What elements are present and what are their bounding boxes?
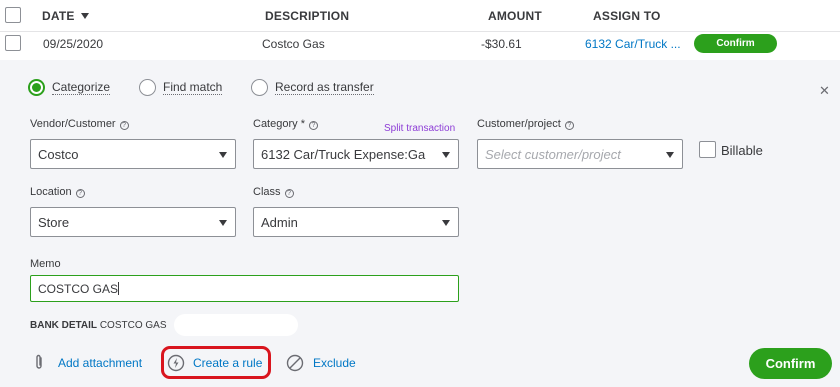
caret-down-icon [442,220,450,226]
category-field-label: Category *? [253,118,318,130]
class-label-text: Class [253,186,281,198]
memo-field-label: Memo [30,258,61,270]
close-icon[interactable]: ✕ [819,83,830,99]
help-icon[interactable]: ? [284,189,294,198]
find-match-label[interactable]: Find match [163,80,223,95]
exclude-link[interactable]: Exclude [313,356,356,370]
category-label-text: Category * [253,118,305,130]
split-transaction-link[interactable]: Split transaction [384,123,455,134]
row-confirm-button[interactable]: Confirm [694,34,777,53]
help-icon[interactable]: ? [75,189,85,198]
categorize-radio[interactable] [28,79,45,96]
add-attachment-link[interactable]: Add attachment [58,356,142,370]
amount-column-header: AMOUNT [488,9,542,23]
location-field-label: Location? [30,186,85,198]
vendor-label-text: Vendor/Customer [30,118,116,130]
description-column-header: DESCRIPTION [265,9,350,23]
bank-detail-value: COSTCO GAS [99,320,167,331]
category-value: 6132 Car/Truck Expense:Ga [261,147,426,162]
help-icon[interactable]: ? [564,121,574,130]
memo-value: COSTCO GAS [38,282,119,296]
row-checkbox[interactable] [5,35,21,51]
help-icon[interactable]: ? [308,121,318,130]
categorize-label[interactable]: Categorize [52,80,111,95]
caret-down-icon [666,152,674,158]
vendor-value: Costco [38,147,79,162]
paperclip-icon [36,354,42,369]
record-transfer-radio[interactable] [251,79,268,96]
location-value: Store [38,215,70,230]
memo-input[interactable]: COSTCO GAS [30,275,459,302]
class-select[interactable]: Admin [253,207,459,237]
select-all-checkbox[interactable] [5,7,21,23]
category-select[interactable]: 6132 Car/Truck Expense:Ga [253,139,459,169]
text-cursor [118,282,120,295]
confirm-button[interactable]: Confirm [749,348,832,379]
caret-down-icon [219,152,227,158]
caret-down-icon [442,152,450,158]
create-rule-link[interactable]: Create a rule [193,356,262,370]
customer-placeholder: Select customer/project [485,147,621,162]
help-icon[interactable]: ? [119,121,129,130]
row-date: 09/25/2020 [43,37,104,51]
caret-down-icon [219,220,227,226]
date-header-label: DATE [42,9,75,23]
row-assign-to-link[interactable]: 6132 Car/Truck ... [585,37,681,51]
vendor-select[interactable]: Costco [30,139,236,169]
date-column-header[interactable]: DATE [42,9,89,23]
customer-select[interactable]: Select customer/project [477,139,683,169]
row-description: Costco Gas [262,37,325,51]
bank-detail-label: BANK DETAIL [30,320,98,331]
assign-to-column-header: ASSIGN TO [593,9,661,23]
customer-field-label: Customer/project? [477,118,574,130]
record-transfer-label[interactable]: Record as transfer [275,80,374,95]
location-label-text: Location [30,186,72,198]
class-field-label: Class? [253,186,294,198]
row-amount: -$30.61 [481,37,522,51]
block-icon [286,354,304,372]
table-header: DATE DESCRIPTION AMOUNT ASSIGN TO [0,0,840,32]
location-select[interactable]: Store [30,207,236,237]
class-value: Admin [261,215,298,230]
billable-checkbox[interactable] [699,141,716,158]
find-match-radio[interactable] [139,79,156,96]
customer-label-text: Customer/project [477,118,561,130]
lightning-icon [167,354,185,372]
redacted-area [174,314,298,336]
vendor-field-label: Vendor/Customer? [30,118,129,130]
sort-down-icon [80,13,89,19]
billable-label[interactable]: Billable [721,143,763,158]
bank-detail: BANK DETAIL COSTCO GAS [30,320,167,331]
